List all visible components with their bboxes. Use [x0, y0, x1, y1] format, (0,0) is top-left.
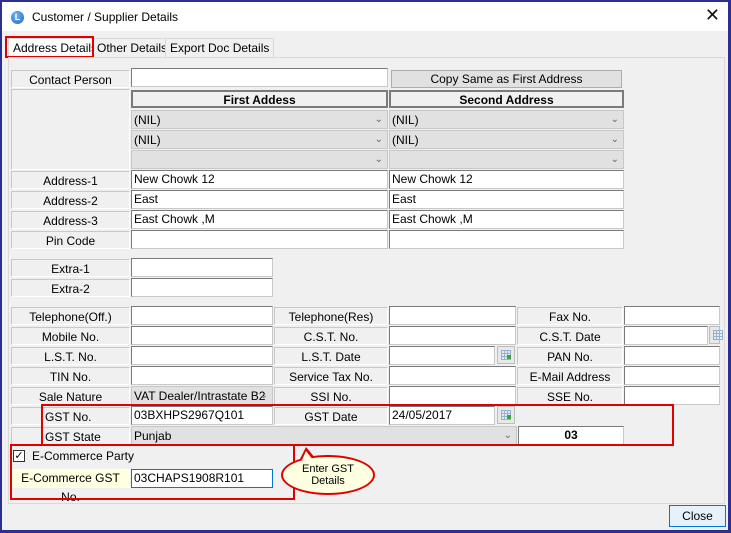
- sale-nature-dropdown[interactable]: VAT Dealer/Intrastate B2 ⌄: [131, 386, 273, 405]
- tin-no-input[interactable]: [131, 366, 273, 385]
- second-address-dropdown-3[interactable]: ⌄: [389, 150, 624, 169]
- ssi-no-input[interactable]: [389, 386, 516, 405]
- first-pin-code-input[interactable]: [131, 230, 388, 249]
- first-address-1-input[interactable]: New Chowk 12: [131, 170, 388, 189]
- ecommerce-gst-label: E-Commerce GST No.: [11, 469, 130, 504]
- lst-no-label: L.S.T. No.: [11, 347, 130, 365]
- tab-address-details[interactable]: Address Details: [8, 38, 103, 58]
- first-address-dropdown-2[interactable]: (NIL) ⌄: [131, 130, 388, 149]
- sse-no-input[interactable]: [624, 386, 720, 405]
- extra-2-label: Extra-2: [11, 279, 130, 297]
- sale-nature-label: Sale Nature: [11, 387, 130, 405]
- chevron-down-icon: ⌄: [374, 134, 383, 145]
- gst-date-calendar-icon[interactable]: [497, 406, 515, 424]
- gst-date-label: GST Date: [274, 407, 388, 425]
- first-address-header: First Addess: [131, 90, 388, 108]
- cst-no-label: C.S.T. No.: [274, 327, 388, 345]
- ssi-no-label: SSI No.: [274, 387, 388, 405]
- ecommerce-party-label: E-Commerce Party: [32, 449, 135, 463]
- email-address-input[interactable]: [624, 366, 720, 385]
- lst-date-label: L.S.T. Date: [274, 347, 388, 365]
- service-tax-no-input[interactable]: [389, 366, 516, 385]
- tab-export-doc-details[interactable]: Export Doc Details: [165, 38, 275, 58]
- cst-date-input[interactable]: [624, 326, 708, 345]
- cst-no-input[interactable]: [389, 326, 516, 345]
- second-address-3-input[interactable]: East Chowk ,M: [389, 210, 624, 229]
- first-dropdown-1-value: (NIL): [134, 113, 161, 127]
- title-bar: L Customer / Supplier Details ✕: [2, 2, 728, 31]
- gst-state-label: GST State: [11, 427, 130, 445]
- gst-no-input[interactable]: 03BXHPS2967Q101: [131, 406, 273, 425]
- telephone-res-input[interactable]: [389, 306, 516, 325]
- cst-date-label: C.S.T. Date: [517, 327, 623, 345]
- app-logo-icon: L: [11, 11, 24, 24]
- chevron-down-icon: ⌄: [610, 114, 619, 125]
- second-address-dropdown-2[interactable]: (NIL) ⌄: [389, 130, 624, 149]
- enter-gst-callout: Enter GST Details: [281, 455, 375, 495]
- first-address-3-input[interactable]: East Chowk ,M: [131, 210, 388, 229]
- pan-no-label: PAN No.: [517, 347, 623, 365]
- first-dropdown-2-value: (NIL): [134, 133, 161, 147]
- gst-state-value: Punjab: [134, 429, 172, 443]
- window-title: Customer / Supplier Details: [32, 10, 179, 24]
- chevron-down-icon: ⌄: [503, 430, 512, 441]
- gst-date-input[interactable]: 24/05/2017: [389, 406, 495, 425]
- ecommerce-gst-input[interactable]: 03CHAPS1908R101: [131, 469, 273, 488]
- second-pin-code-input[interactable]: [389, 230, 624, 249]
- fax-no-input[interactable]: [624, 306, 720, 325]
- second-address-1-input[interactable]: New Chowk 12: [389, 170, 624, 189]
- sse-no-label: SSE No.: [517, 387, 623, 405]
- second-address-header: Second Address: [389, 90, 624, 108]
- second-dropdown-2-value: (NIL): [392, 133, 419, 147]
- ecommerce-party-checkbox[interactable]: ✓: [13, 450, 25, 462]
- pin-code-label: Pin Code: [11, 231, 130, 249]
- first-address-dropdown-1[interactable]: (NIL) ⌄: [131, 110, 388, 129]
- sale-nature-value: VAT Dealer/Intrastate B2: [134, 389, 266, 403]
- lst-no-input[interactable]: [131, 346, 273, 365]
- callout-tail-fill: [302, 451, 313, 460]
- second-dropdown-1-value: (NIL): [392, 113, 419, 127]
- callout-line-1: Enter GST: [302, 463, 354, 475]
- chevron-down-icon: ⌄: [610, 154, 619, 165]
- extra-1-input[interactable]: [131, 258, 273, 277]
- extra-2-input[interactable]: [131, 278, 273, 297]
- lst-date-input[interactable]: [389, 346, 495, 365]
- address-2-label: Address-2: [11, 191, 130, 209]
- mobile-no-input[interactable]: [131, 326, 273, 345]
- tin-no-label: TIN No.: [11, 367, 130, 385]
- callout-line-2: Details: [311, 475, 345, 487]
- gst-no-label: GST No.: [11, 407, 130, 425]
- telephone-res-label: Telephone(Res): [274, 307, 388, 325]
- first-address-dropdown-3[interactable]: ⌄: [131, 150, 388, 169]
- address-blank-label: [11, 89, 130, 170]
- copy-same-as-first-button[interactable]: Copy Same as First Address: [391, 70, 622, 88]
- chevron-down-icon: ⌄: [610, 134, 619, 145]
- contact-person-label: Contact Person: [11, 70, 130, 88]
- gst-state-dropdown[interactable]: Punjab ⌄: [131, 426, 517, 445]
- address-3-label: Address-3: [11, 211, 130, 229]
- lst-date-calendar-icon[interactable]: [497, 346, 515, 364]
- chevron-down-icon: ⌄: [374, 114, 383, 125]
- first-address-2-input[interactable]: East: [131, 190, 388, 209]
- pan-no-input[interactable]: [624, 346, 720, 365]
- mobile-no-label: Mobile No.: [11, 327, 130, 345]
- chevron-down-icon: ⌄: [374, 154, 383, 165]
- fax-no-label: Fax No.: [517, 307, 623, 325]
- email-address-label: E-Mail Address: [517, 367, 623, 385]
- telephone-off-label: Telephone(Off.): [11, 307, 130, 325]
- close-window-icon[interactable]: ✕: [705, 6, 720, 24]
- telephone-off-input[interactable]: [131, 306, 273, 325]
- close-button[interactable]: Close: [669, 505, 726, 527]
- address-1-label: Address-1: [11, 171, 130, 189]
- cst-date-calendar-icon[interactable]: [709, 326, 723, 344]
- second-address-2-input[interactable]: East: [389, 190, 624, 209]
- gst-state-code: 03: [518, 426, 624, 445]
- tab-other-details[interactable]: Other Details: [92, 38, 173, 58]
- chevron-down-icon: ⌄: [259, 390, 268, 401]
- contact-person-input[interactable]: [131, 68, 388, 87]
- service-tax-no-label: Service Tax No.: [274, 367, 388, 385]
- second-address-dropdown-1[interactable]: (NIL) ⌄: [389, 110, 624, 129]
- extra-1-label: Extra-1: [11, 259, 130, 277]
